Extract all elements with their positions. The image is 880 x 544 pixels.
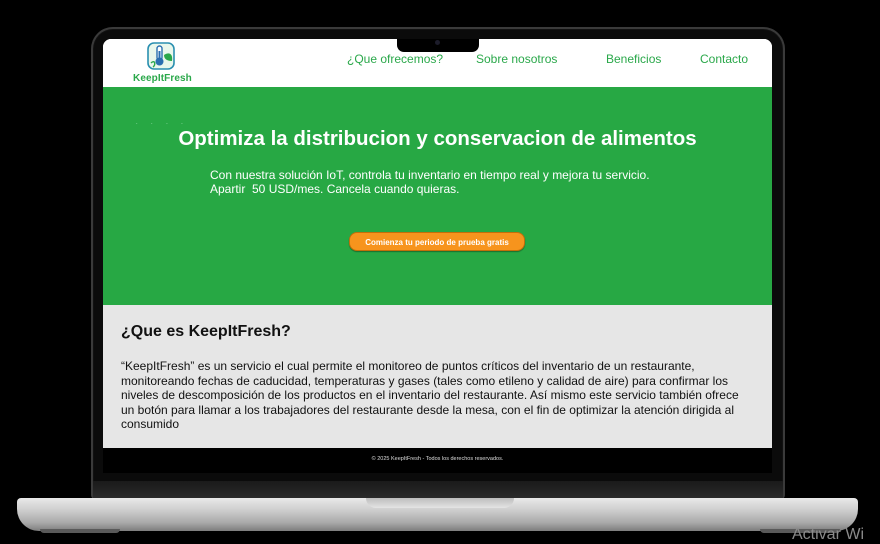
laptop-screen: KeepItFresh ¿Que ofrecemos? Sobre nosotr…: [103, 39, 772, 473]
site-footer: © 2025 KeepItFresh - Todos los derechos …: [103, 448, 772, 473]
hero-subtitle: Con nuestra solución IoT, controla tu in…: [210, 168, 650, 196]
thermometer-leaf-icon: [147, 42, 175, 70]
footer-copyright: © 2025 KeepItFresh - Todos los derechos …: [371, 456, 504, 462]
hero-title: Optimiza la distribucion y conservacion …: [178, 127, 697, 150]
nav-link-beneficios[interactable]: Beneficios: [606, 52, 661, 66]
nav-link-contacto[interactable]: Contacto: [700, 52, 748, 66]
laptop-bezel-bottom: [93, 481, 783, 499]
about-section: ¿Que es KeepItFresh? “KeepItFresh” es un…: [103, 305, 772, 448]
windows-activation-watermark: Activar Wi: [792, 526, 864, 543]
hero-subtitle-line2: Apartir 50 USD/mes. Cancela cuando quier…: [210, 182, 460, 196]
site-logo[interactable]: KeepItFresh: [131, 41, 195, 85]
free-trial-button[interactable]: Comienza tu periodo de prueba gratis: [349, 232, 525, 251]
about-title: ¿Que es KeepItFresh?: [121, 323, 291, 340]
nav-link-que-ofrecemos[interactable]: ¿Que ofrecemos?: [347, 52, 443, 66]
about-body: “KeepItFresh” es un servicio el cual per…: [121, 359, 739, 431]
nav-link-sobre-nosotros[interactable]: Sobre nosotros: [476, 52, 557, 66]
hero-subtitle-line1: Con nuestra solución IoT, controla tu in…: [210, 168, 650, 182]
laptop-foot-left: [40, 529, 120, 533]
camera-icon: [435, 40, 440, 45]
logo-text: KeepItFresh: [133, 73, 192, 84]
hero-section: · · · · Optimiza la distribucion y conse…: [103, 87, 772, 305]
laptop-base-groove: [366, 498, 514, 508]
